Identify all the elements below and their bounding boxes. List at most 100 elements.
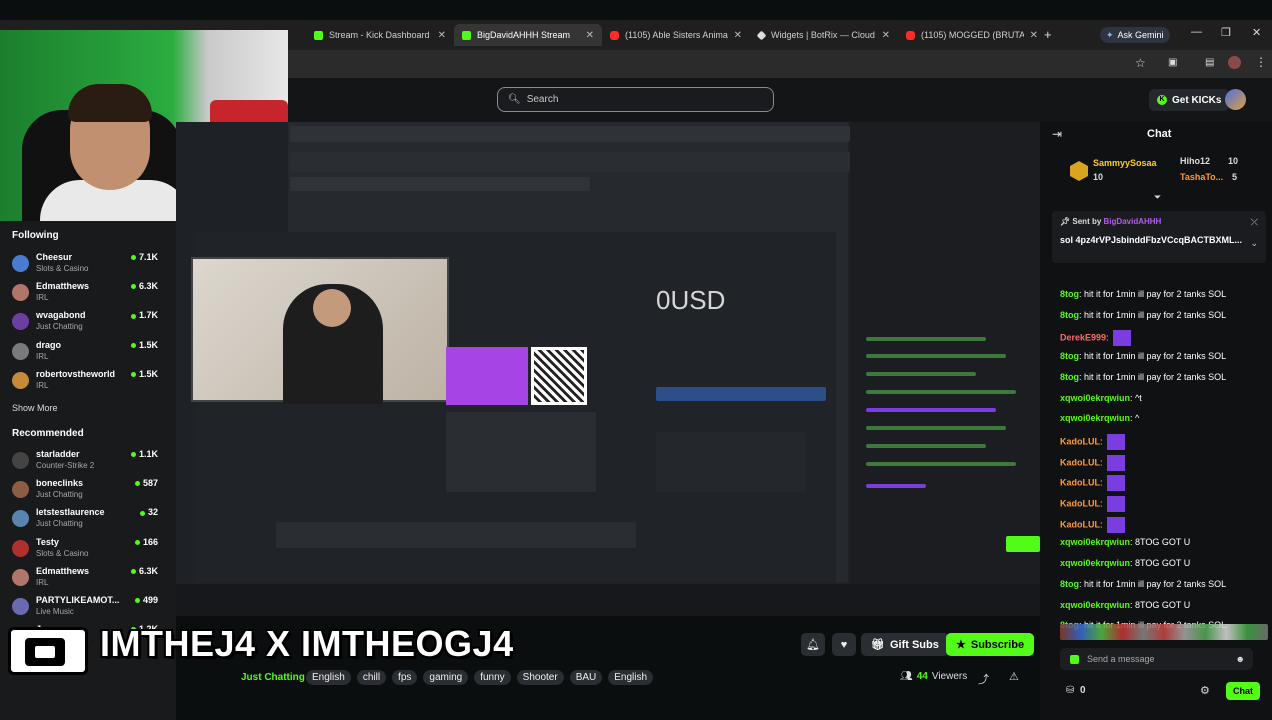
kick-coin-icon: K [1157,95,1167,105]
sidebar-channel[interactable]: Cheesur Slots & Casino 7.1K [0,251,170,277]
chat-send-button[interactable]: Chat [1226,682,1260,700]
leader-3-name[interactable]: TashaTo... [1180,172,1223,182]
send-message-input[interactable]: Send a message ☻ [1060,648,1253,670]
minimize-icon[interactable]: — [1191,26,1202,38]
sidebar-channel[interactable]: Edmatthews IRL 6.3K [0,280,170,306]
chat-username[interactable]: xqwoi0ekrqwiun [1060,413,1130,423]
report-icon[interactable]: ⚠ [1009,670,1019,683]
stream-category[interactable]: Just Chatting [241,672,305,683]
chat-username[interactable]: xqwoi0ekrqwiun [1060,600,1130,610]
chat-username[interactable]: KadoLUL [1060,478,1100,488]
collapse-chat-icon[interactable]: ⇥ [1052,127,1062,141]
sidebar-channel[interactable]: starladder Counter-Strike 2 1.1K [0,448,170,474]
chat-username[interactable]: KadoLUL [1060,519,1100,529]
channel-category: IRL [36,380,49,390]
ask-gemini-button[interactable]: ✦ Ask Gemini [1100,27,1170,43]
share-icon[interactable]: ⤴ [978,671,989,687]
channel-viewers: 1.1K [131,449,158,459]
browser-tab[interactable]: BigDavidAHHH Stream ✕ [454,24,602,46]
sidebar-channel[interactable]: robertovstheworld IRL 1.5K [0,368,170,394]
close-tab-icon[interactable]: ✕ [438,30,446,41]
channel-category: Just Chatting [36,490,83,500]
chat-username[interactable]: KadoLUL [1060,498,1100,508]
search-input[interactable]: 🔍︎ Search [497,87,774,112]
new-tab-icon[interactable]: + [1044,27,1052,42]
user-avatar[interactable] [1225,89,1246,110]
usd-amount: 0USD [656,285,726,315]
chat-text: ^t [1135,392,1142,403]
emoji-icon[interactable]: ☻ [1236,654,1245,664]
maximize-icon[interactable]: ❐ [1221,26,1231,39]
stream-tag[interactable]: funny [474,670,511,685]
stream-tag[interactable]: English [608,670,654,685]
stream-tag[interactable]: gaming [423,670,469,685]
channel-viewers: 32 [140,507,158,517]
sidebar-toggle-icon[interactable]: ▤ [1205,57,1214,68]
profile-avatar[interactable] [1228,56,1241,69]
notification-bell-button[interactable]: 🔔︎ [801,633,825,656]
bookmark-star-icon[interactable]: ☆ [1135,56,1146,70]
stream-tag[interactable]: fps [392,670,418,685]
chat-username[interactable]: 8tog [1060,579,1079,589]
close-tab-icon[interactable]: ✕ [586,30,594,41]
stream-tag[interactable]: chill [356,670,387,685]
channel-viewers: 1.7K [131,310,158,320]
channel-category: Counter-Strike 2 [36,461,95,470]
chat-username[interactable]: 8tog [1060,351,1079,361]
chat-text: ^ [1135,413,1140,424]
close-tab-icon[interactable]: ✕ [882,30,890,41]
get-kicks-button[interactable]: K Get KICKs [1149,89,1230,111]
close-window-icon[interactable]: ✕ [1252,26,1261,39]
sidebar-channel[interactable]: Testy Slots & Casino 166 [0,536,170,562]
stream-video[interactable]: 0USD [176,122,1040,616]
sidebar-channel[interactable]: Edmatthews IRL 6.3K [0,565,170,591]
filter-icon[interactable]: ⏷ [1154,192,1161,203]
sidebar-channel[interactable]: PARTYLIKEAMOT... Live Music 499 [0,594,170,620]
chat-username[interactable]: xqwoi0ekrqwiun [1060,558,1130,568]
close-tab-icon[interactable]: ✕ [734,30,742,41]
chat-text: 8TOG GOT U [1135,558,1191,569]
stream-tag[interactable]: English [306,670,351,685]
pinned-message[interactable]: 📌︎ Sent by BigDavidAHHH sol 4pz4rVPJsbin… [1052,211,1266,263]
leader-1-name[interactable]: SammyySosaa [1093,158,1157,168]
chevron-down-icon[interactable]: ⌄ [1250,238,1258,249]
browser-tab[interactable]: (1105) Able Sisters Animal C ✕ [602,24,750,46]
chat-username[interactable]: 8tog [1060,310,1079,320]
chat-username[interactable]: 8tog [1060,372,1079,382]
sidebar-channel[interactable]: wvagabond Just Chatting 1.7K [0,309,170,335]
chat-username[interactable]: DerekE999 [1060,333,1106,343]
browser-tab[interactable]: Widgets | BotRix — Cloud S ✕ [750,24,898,46]
tab-title: BigDavidAHHH Stream [477,30,571,40]
channel-avatar [12,342,29,360]
channel-avatar [12,568,29,586]
emote-picker-bar[interactable] [1060,624,1268,640]
pinned-label: Sent by [1072,217,1102,226]
sidebar-channel[interactable]: drago IRL 1.5K [0,339,170,365]
stream-tag[interactable]: BAU [569,670,603,685]
unpin-icon[interactable]: ⤫ [1251,217,1258,228]
chat-username[interactable]: xqwoi0ekrqwiun [1060,393,1130,403]
show-more-link[interactable]: Show More [12,403,58,413]
chat-username[interactable]: xqwoi0ekrqwiun [1060,537,1130,547]
sidebar-channel[interactable]: boneclinks Just Chatting 587 [0,477,170,503]
browser-menu-icon[interactable]: ⋮ [1255,55,1267,69]
chat-message: xqwoi0ekrqwiun: 8TOG GOT U [1060,599,1191,610]
chat-username[interactable]: 8tog [1060,289,1079,299]
gift-subs-button[interactable]: 🎁︎ Gift Subs [861,633,949,656]
chat-username[interactable]: KadoLUL [1060,457,1100,467]
leader-2-name[interactable]: Hiho12 [1180,156,1210,166]
stream-tag[interactable]: Shooter [516,670,564,685]
settings-gear-icon[interactable]: ⚙ [1200,684,1210,697]
browser-tab[interactable]: Stream - Kick Dashboard ✕ [306,24,454,46]
subscribe-button[interactable]: ★ Subscribe [946,633,1035,656]
emote-icon [1107,496,1126,512]
sidebar-channel[interactable]: letstestlaurence Just Chatting 32 [0,506,170,532]
channel-viewers: 166 [135,537,158,547]
search-placeholder: Search [526,94,559,105]
embedded-video-clip [191,257,449,404]
browser-tab[interactable]: (1105) MOGGED (BRUTAL lo ✕ [898,24,1046,46]
extensions-icon[interactable]: ▣ [1168,57,1177,68]
follow-heart-button[interactable]: ♥ [832,633,856,656]
close-tab-icon[interactable]: ✕ [1030,30,1038,41]
chat-username[interactable]: KadoLUL [1060,436,1100,446]
